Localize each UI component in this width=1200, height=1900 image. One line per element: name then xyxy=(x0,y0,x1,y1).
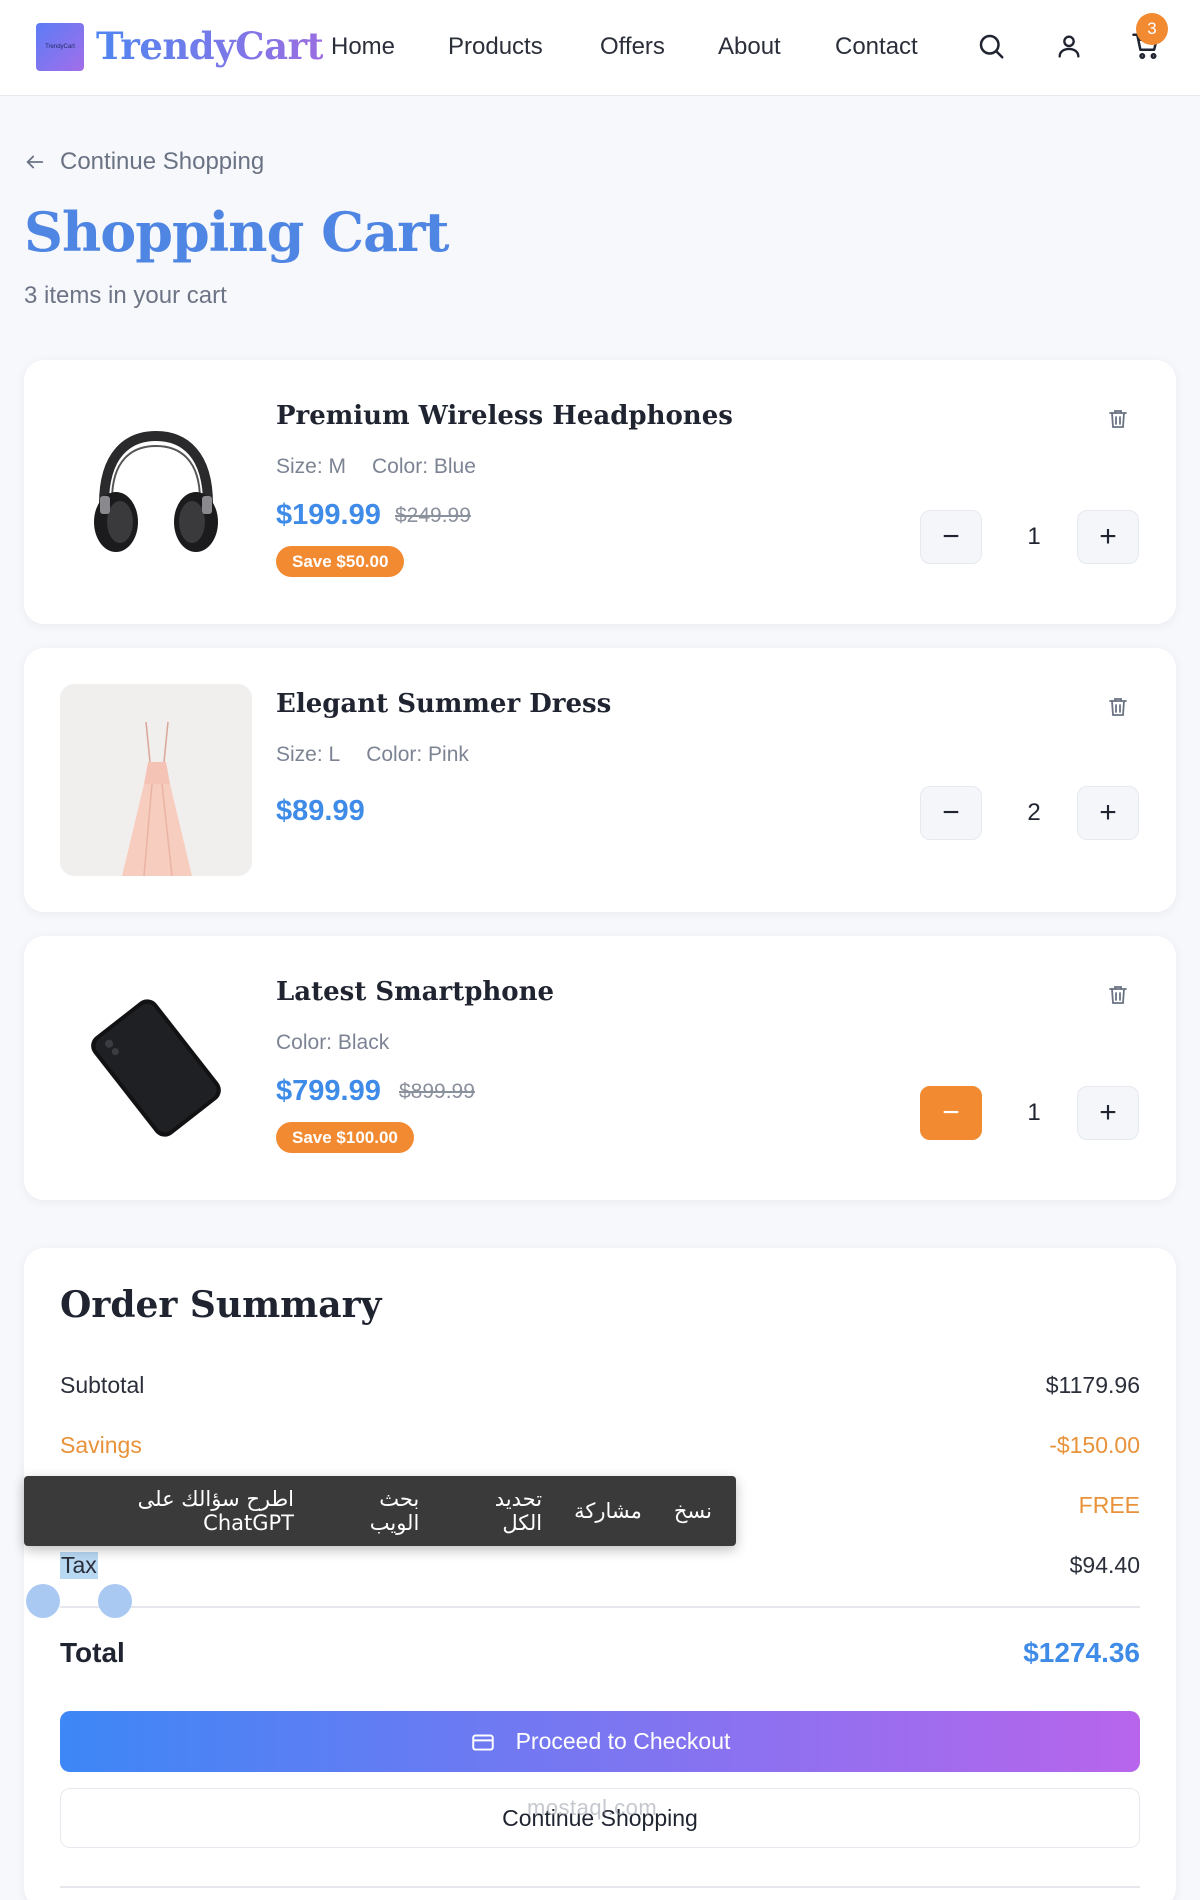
decrease-qty-button[interactable]: − xyxy=(920,510,982,564)
decrease-qty-button[interactable]: − xyxy=(920,1086,982,1140)
product-old-price: $899.99 xyxy=(399,1080,475,1103)
logo-icon[interactable]: TrendyCart xyxy=(36,23,84,71)
total-value: $1274.36 xyxy=(1023,1637,1140,1668)
selection-handle-start[interactable] xyxy=(26,1584,60,1618)
user-icon[interactable] xyxy=(1051,28,1087,64)
product-variants: Size: L Color: Pink xyxy=(276,743,469,767)
search-icon[interactable] xyxy=(973,28,1009,64)
trash-icon[interactable] xyxy=(1104,981,1132,1009)
trash-icon[interactable] xyxy=(1104,693,1132,721)
quantity-value: 2 xyxy=(1027,799,1041,826)
cart-item: Premium Wireless Headphones Size: M Color… xyxy=(24,360,1176,624)
shipping-value: FREE xyxy=(1078,1492,1140,1518)
product-image-headphones[interactable] xyxy=(60,396,252,588)
product-name[interactable]: Elegant Summer Dress xyxy=(276,689,611,719)
product-image-dress[interactable] xyxy=(60,684,252,876)
trash-icon[interactable] xyxy=(1104,405,1132,433)
subtotal-row: Subtotal $1179.96 xyxy=(60,1372,1140,1399)
logo-mini-text: TrendyCart xyxy=(45,44,75,50)
cart-item: Latest Smartphone Color: Black $799.99 $… xyxy=(24,936,1176,1200)
total-label: Total xyxy=(60,1637,125,1668)
product-variants: Size: M Color: Blue xyxy=(276,455,476,479)
nav-products[interactable]: Products xyxy=(448,33,543,61)
tax-row: Tax $94.40 xyxy=(60,1552,1140,1579)
product-image-smartphone[interactable] xyxy=(60,972,252,1164)
text-selection-context-menu: نسخ مشاركة تحديد الكل بحث الويب اطرح سؤا… xyxy=(24,1476,736,1546)
selection-handle-end[interactable] xyxy=(98,1584,132,1618)
savings-row: Savings -$150.00 xyxy=(60,1432,1140,1459)
menu-item-web-search[interactable]: بحث الويب xyxy=(326,1487,420,1535)
brand-name[interactable]: TrendyCart xyxy=(96,24,324,68)
credit-card-icon xyxy=(471,1734,494,1751)
tax-label: Tax xyxy=(60,1552,98,1579)
nav-about[interactable]: About xyxy=(718,33,781,61)
product-price: $199.99 xyxy=(276,499,381,531)
save-badge: Save $100.00 xyxy=(276,1122,414,1153)
decrease-qty-button[interactable]: − xyxy=(920,786,982,840)
product-price: $89.99 xyxy=(276,795,365,827)
product-price: $799.99 xyxy=(276,1075,381,1107)
subtotal-value: $1179.96 xyxy=(1045,1372,1140,1398)
product-size: Size: L xyxy=(276,743,341,766)
quantity-value: 1 xyxy=(1027,1099,1041,1126)
subtotal-label: Subtotal xyxy=(60,1372,145,1398)
product-color: Color: Blue xyxy=(372,455,476,478)
product-name[interactable]: Latest Smartphone xyxy=(276,977,554,1007)
menu-item-select-all[interactable]: تحديد الكل xyxy=(451,1487,542,1535)
top-navbar: TrendyCart TrendyCart Home Products Offe… xyxy=(0,0,1200,96)
product-old-price: $249.99 xyxy=(395,504,471,527)
menu-item-share[interactable]: مشاركة xyxy=(574,1499,642,1523)
cart-count-badge: 3 xyxy=(1136,13,1168,45)
increase-qty-button[interactable]: + xyxy=(1077,786,1139,840)
item-count: 3 items in your cart xyxy=(24,282,227,309)
menu-item-ask-chatgpt[interactable]: اطرح سؤالك على ChatGPT xyxy=(48,1487,294,1535)
nav-offers[interactable]: Offers xyxy=(600,33,665,61)
product-size: Size: M xyxy=(276,455,347,478)
watermark: mostaql.com xyxy=(527,1795,658,1820)
save-badge: Save $50.00 xyxy=(276,546,405,577)
nav-home[interactable]: Home xyxy=(331,33,395,61)
increase-qty-button[interactable]: + xyxy=(1077,510,1139,564)
arrow-left-icon xyxy=(26,155,44,169)
tax-value: $94.40 xyxy=(1069,1552,1140,1578)
page-title: Shopping Cart xyxy=(24,200,449,264)
increase-qty-button[interactable]: + xyxy=(1077,1086,1139,1140)
product-variants: Color: Black xyxy=(276,1031,389,1055)
order-summary-title: Order Summary xyxy=(60,1284,382,1326)
savings-label: Savings xyxy=(60,1432,142,1458)
bottom-divider xyxy=(60,1886,1140,1888)
product-name[interactable]: Premium Wireless Headphones xyxy=(276,401,733,431)
savings-value: -$150.00 xyxy=(1049,1432,1140,1458)
checkout-button[interactable]: Proceed to Checkout xyxy=(60,1711,1140,1772)
checkout-label: Proceed to Checkout xyxy=(515,1728,731,1754)
summary-divider xyxy=(60,1606,1140,1608)
product-color: Color: Pink xyxy=(366,743,469,766)
menu-item-copy[interactable]: نسخ xyxy=(674,1499,712,1523)
cart-item: Elegant Summer Dress Size: L Color: Pink … xyxy=(24,648,1176,912)
continue-shopping-label: Continue Shopping xyxy=(60,148,265,175)
continue-shopping-link[interactable]: Continue Shopping xyxy=(24,148,264,176)
quantity-value: 1 xyxy=(1027,523,1041,550)
product-color: Color: Black xyxy=(276,1031,390,1054)
nav-contact[interactable]: Contact xyxy=(835,33,918,61)
